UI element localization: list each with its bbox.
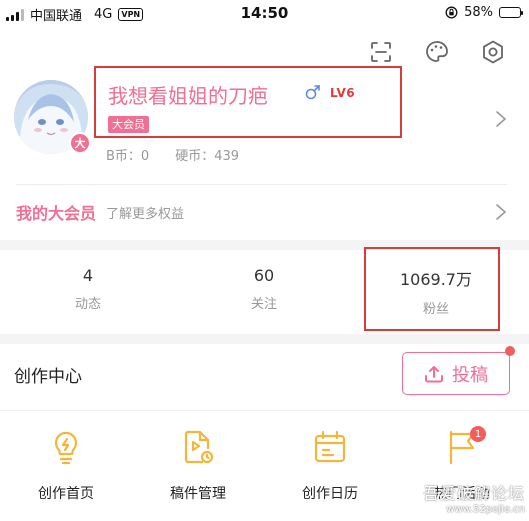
- scan-icon[interactable]: [367, 38, 395, 66]
- stat-posts-value: 4: [82, 266, 94, 285]
- status-right: 58%: [445, 5, 523, 20]
- tool-label: 稿件管理: [170, 486, 226, 502]
- stat-posts[interactable]: 4 动态: [0, 254, 176, 324]
- hard-coins: 硬币：439: [175, 145, 239, 164]
- b-coins-label: B币：: [106, 149, 141, 164]
- rotation-lock-icon: [445, 6, 458, 19]
- coins-row: B币：0 硬币：439: [106, 145, 239, 164]
- creation-center-title: 创作中心: [14, 367, 82, 387]
- vip-chevron-right-icon: [496, 204, 507, 220]
- settings-icon[interactable]: [479, 38, 507, 66]
- section-separator: [0, 334, 529, 344]
- stat-posts-label: 动态: [74, 297, 101, 312]
- top-actions: [367, 38, 507, 66]
- tool-manuscript-manage[interactable]: 稿件管理: [132, 420, 264, 521]
- bulb-icon: [54, 431, 78, 465]
- profile-chevron-right-icon[interactable]: [495, 110, 507, 128]
- divider: [16, 184, 507, 185]
- status-bar: 中国联通 4G VPN 14:50 58%: [0, 0, 529, 28]
- watermark-line1: 吾爱破解论坛: [422, 484, 525, 503]
- notification-dot: [505, 346, 515, 356]
- submit-button[interactable]: 投稿: [402, 352, 510, 395]
- vip-row[interactable]: 我的大会员 了解更多权益: [16, 198, 507, 226]
- b-coins: B币：0: [106, 145, 149, 164]
- vip-title: 我的大会员: [16, 204, 97, 223]
- hard-coins-value: 439: [214, 149, 240, 164]
- level-badge: LV6: [330, 86, 356, 100]
- vip-subtitle: 了解更多权益: [106, 206, 185, 222]
- hard-coins-label: 硬币：: [175, 149, 215, 164]
- tool-label: 创作日历: [302, 486, 358, 502]
- fans-highlight-box: [364, 247, 500, 331]
- submit-label: 投稿: [452, 364, 488, 386]
- stat-following-label: 关注: [250, 297, 277, 312]
- battery-percent: 58%: [464, 5, 493, 20]
- stat-following[interactable]: 60 关注: [176, 254, 352, 324]
- vip-mark-icon: 大: [69, 132, 91, 154]
- profile-highlight-box: 我想看姐姐的刀疤 LV6 大会员: [94, 66, 402, 138]
- hot-events-badge: 1: [470, 426, 486, 442]
- tool-creation-home[interactable]: 创作首页: [0, 420, 132, 521]
- tool-label: 创作首页: [38, 486, 94, 502]
- username[interactable]: 我想看姐姐的刀疤: [108, 80, 268, 109]
- section-separator: [0, 410, 529, 411]
- upload-icon: [425, 365, 443, 382]
- video-file-icon: [184, 430, 214, 464]
- battery-icon: [499, 7, 523, 18]
- vip-tag[interactable]: 大会员: [108, 116, 149, 133]
- b-coins-value: 0: [140, 149, 150, 164]
- watermark-line2: www.52pojie.cn: [446, 504, 525, 515]
- watermark: 吾爱破解论坛 www.52pojie.cn: [423, 480, 525, 515]
- avatar-wrapper[interactable]: 大: [14, 80, 91, 154]
- stat-following-value: 60: [253, 266, 275, 285]
- palette-icon[interactable]: [423, 38, 451, 66]
- tool-creation-calendar[interactable]: 创作日历: [264, 420, 396, 521]
- male-gender-icon: [305, 85, 320, 100]
- calendar-icon: [314, 430, 346, 463]
